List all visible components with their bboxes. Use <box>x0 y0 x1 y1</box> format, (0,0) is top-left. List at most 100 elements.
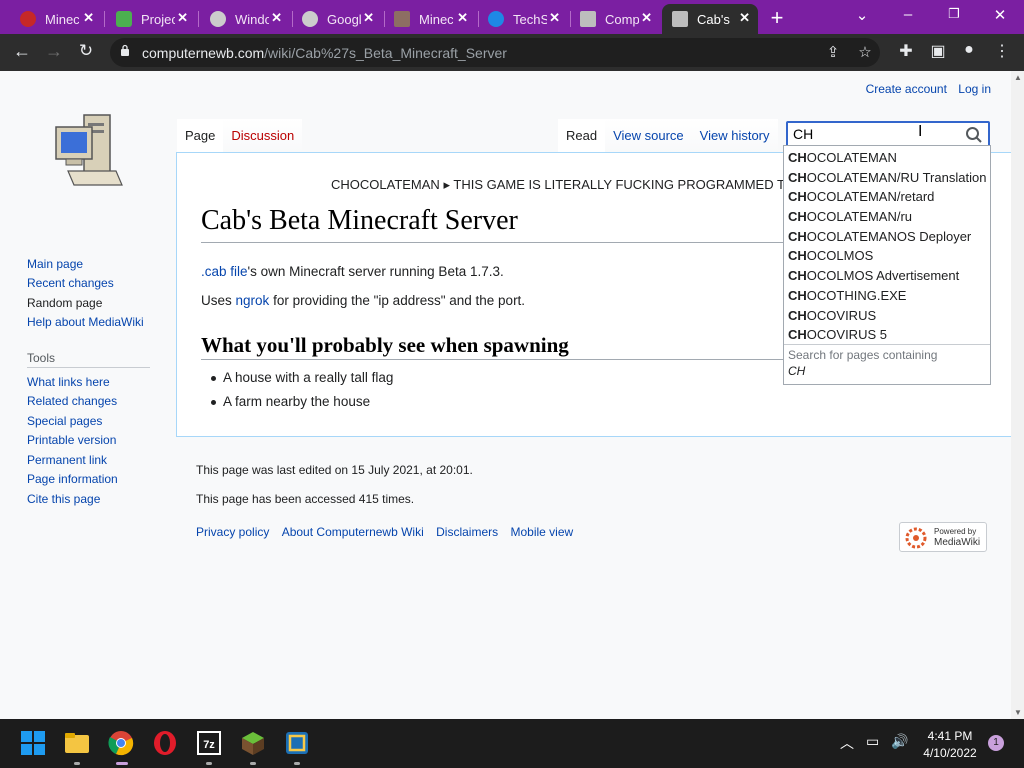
reload-button[interactable]: ↻ <box>75 41 97 61</box>
search-box[interactable] <box>786 121 990 147</box>
sidebar-item-main-page[interactable]: Main page <box>27 257 83 271</box>
share-icon[interactable]: ⇪ <box>824 43 842 61</box>
tab-minecraft-2[interactable]: Minecraft ✕ <box>384 4 476 34</box>
section-divider <box>201 359 791 360</box>
file-explorer-icon[interactable] <box>64 730 90 756</box>
sidebar-item-printable-version[interactable]: Printable version <box>27 433 116 447</box>
suggestion-item[interactable]: CHOCOVIRUS 5 <box>788 327 887 342</box>
tab-page[interactable]: Page <box>177 119 224 153</box>
suggestion-item[interactable]: CHOCOTHING.EXE <box>788 288 906 303</box>
close-tab-icon[interactable]: ✕ <box>549 10 560 26</box>
tab-view-history[interactable]: View history <box>691 119 778 153</box>
suggestion-item[interactable]: CHOCOLATEMAN <box>788 150 897 165</box>
new-tab-button[interactable]: + <box>766 5 788 31</box>
suggestion-item[interactable]: CHOCOVIRUS <box>788 308 876 323</box>
paragraph-text: for providing the "ip address" and the p… <box>273 293 526 308</box>
close-tab-icon[interactable]: ✕ <box>457 10 468 26</box>
minecraft-icon[interactable] <box>240 730 266 756</box>
sidebar-item-what-links-here[interactable]: What links here <box>27 375 110 389</box>
clock-time: 4:41 PM <box>927 729 973 743</box>
forward-button[interactable]: → <box>43 41 65 62</box>
tab-read[interactable]: Read <box>558 119 606 153</box>
side-panel-icon[interactable]: ▣ <box>927 41 949 61</box>
tab-computernewb[interactable]: Comp ✕ <box>570 4 660 34</box>
privacy-policy-link[interactable]: Privacy policy <box>196 525 269 539</box>
browser-toolbar: ← → ↻ computernewb.com/wiki/Cab%27s_Beta… <box>0 34 1024 71</box>
notice-arrow-icon: ▸ <box>443 177 450 192</box>
disclaimers-link[interactable]: Disclaimers <box>436 525 498 539</box>
tab-search-chevron-icon[interactable]: ⌄ <box>852 6 872 24</box>
close-window-button[interactable]: ✕ <box>990 6 1010 24</box>
search-input[interactable] <box>793 125 963 143</box>
volume-icon[interactable]: 🔊 <box>891 733 908 750</box>
close-tab-icon[interactable]: ✕ <box>739 10 750 26</box>
taskbar-clock[interactable]: 4:41 PM 4/10/2022 <box>920 729 980 760</box>
paragraph-text: 's own Minecraft server running Beta 1.7… <box>247 264 504 279</box>
page-scrollbar[interactable]: ▲ ▼ <box>1011 71 1024 719</box>
create-account-link[interactable]: Create account <box>866 82 947 96</box>
suggestion-item[interactable]: CHOCOLATEMAN/ru <box>788 209 912 224</box>
tab-techs[interactable]: TechS ✕ <box>478 4 568 34</box>
tab-google[interactable]: Google ✕ <box>292 4 382 34</box>
minimize-button[interactable]: – <box>898 6 918 23</box>
running-indicator <box>74 762 80 765</box>
extensions-puzzle-icon[interactable]: ✚ <box>895 41 917 61</box>
network-icon[interactable]: ▭ <box>866 733 879 750</box>
tab-minecraft-1[interactable]: Minecraft ✕ <box>10 4 102 34</box>
access-count-text: This page has been accessed 415 times. <box>196 492 415 506</box>
log-in-link[interactable]: Log in <box>958 82 991 96</box>
suggestion-item[interactable]: CHOCOLATEMANOS Deployer <box>788 229 971 244</box>
powered-by-mediawiki-badge[interactable]: Powered by MediaWiki <box>899 522 987 552</box>
search-containing-label[interactable]: Search for pages containing <box>788 348 937 362</box>
close-tab-icon[interactable]: ✕ <box>271 10 282 26</box>
address-bar[interactable]: computernewb.com/wiki/Cab%27s_Beta_Minec… <box>110 38 880 67</box>
suggestion-item[interactable]: CHOCOLMOS <box>788 248 873 263</box>
sidebar-item-permanent-link[interactable]: Permanent link <box>27 453 107 467</box>
virtualbox-icon[interactable] <box>284 730 310 756</box>
sidebar-item-related-changes[interactable]: Related changes <box>27 394 117 408</box>
7zip-icon[interactable]: 7z <box>196 730 222 756</box>
suggestion-item[interactable]: CHOCOLMOS Advertisement <box>788 268 959 283</box>
globe-favicon-icon <box>302 11 318 27</box>
tab-strip: Minecraft ✕ Project ✕ Windows ✕ Google ✕… <box>0 0 1024 34</box>
sidebar-item-cite-this-page[interactable]: Cite this page <box>27 492 100 506</box>
close-tab-icon[interactable]: ✕ <box>83 10 94 26</box>
tab-discussion[interactable]: Discussion <box>223 119 303 153</box>
back-button[interactable]: ← <box>11 41 33 62</box>
suggestion-item[interactable]: CHOCOLATEMAN/retard <box>788 189 934 204</box>
close-tab-icon[interactable]: ✕ <box>363 10 374 26</box>
close-tab-icon[interactable]: ✕ <box>641 10 652 26</box>
notice-link[interactable]: CHOCOLATEMAN <box>331 177 440 192</box>
sidebar-item-random-page[interactable]: Random page <box>27 296 102 310</box>
sidebar-item-page-information[interactable]: Page information <box>27 472 118 486</box>
about-link[interactable]: About Computernewb Wiki <box>282 525 424 539</box>
menu-kebab-icon[interactable]: ⋮ <box>991 41 1013 61</box>
tab-title: Google <box>327 11 361 27</box>
suggestion-item[interactable]: CHOCOLATEMAN/RU Translation <box>788 170 986 185</box>
windows-start-icon[interactable] <box>20 730 46 756</box>
url-text: computernewb.com/wiki/Cab%27s_Beta_Minec… <box>142 45 507 61</box>
tab-title: Minecraft <box>45 11 79 27</box>
tab-view-source[interactable]: View source <box>605 119 692 153</box>
sidebar-item-help[interactable]: Help about MediaWiki <box>27 315 144 329</box>
close-tab-icon[interactable]: ✕ <box>177 10 188 26</box>
sidebar-item-recent-changes[interactable]: Recent changes <box>27 276 114 290</box>
opera-icon[interactable] <box>152 730 178 756</box>
project-favicon-icon <box>116 11 132 27</box>
chrome-icon[interactable] <box>108 730 134 756</box>
notification-badge[interactable]: 1 <box>988 735 1004 751</box>
cab-file-link[interactable]: .cab file <box>201 264 248 279</box>
bookmark-star-icon[interactable]: ☆ <box>856 43 874 61</box>
sidebar-item-special-pages[interactable]: Special pages <box>27 414 102 428</box>
tab-project[interactable]: Project ✕ <box>106 4 196 34</box>
ngrok-link[interactable]: ngrok <box>236 293 270 308</box>
tab-cabs-active[interactable]: Cab's ✕ <box>662 4 758 34</box>
search-icon[interactable] <box>965 126 983 144</box>
restore-button[interactable]: ❐ <box>944 6 964 22</box>
search-containing-query[interactable]: CH <box>788 364 805 378</box>
tray-overflow-chevron-icon[interactable]: ︿ <box>840 733 854 753</box>
tab-windows[interactable]: Windows ✕ <box>200 4 290 34</box>
mobile-view-link[interactable]: Mobile view <box>510 525 573 539</box>
profile-avatar-icon[interactable]: ● <box>958 41 980 59</box>
active-indicator <box>116 762 128 765</box>
